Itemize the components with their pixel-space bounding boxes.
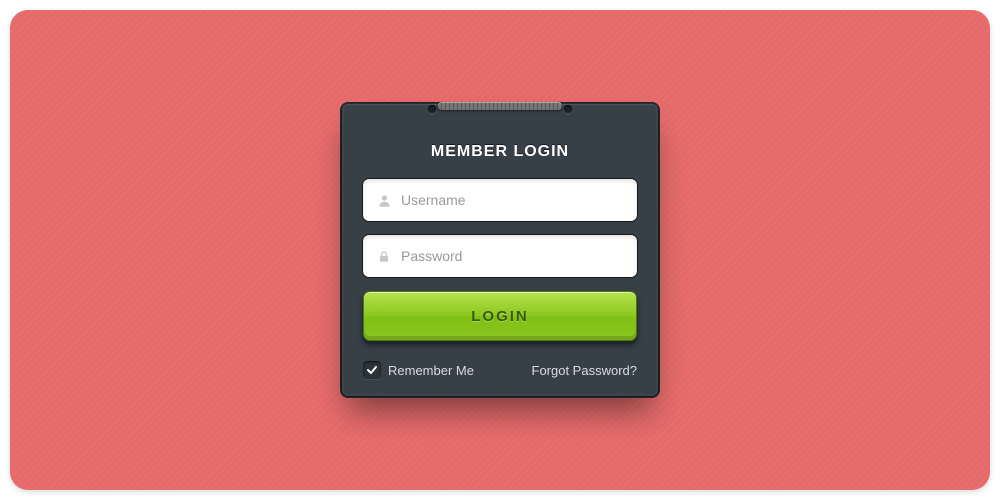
lock-icon — [373, 249, 395, 264]
username-input[interactable] — [395, 192, 627, 208]
panel-title: MEMBER LOGIN — [363, 143, 637, 161]
spiral-binding-decoration — [430, 99, 570, 113]
login-panel: MEMBER LOGIN LOGIN — [340, 102, 660, 398]
username-field-wrapper — [363, 179, 637, 221]
background-stage: MEMBER LOGIN LOGIN — [10, 10, 990, 490]
login-button[interactable]: LOGIN — [363, 291, 637, 341]
password-field-wrapper — [363, 235, 637, 277]
user-icon — [373, 193, 395, 208]
checkbox-checked-icon — [363, 361, 381, 379]
forgot-password-link[interactable]: Forgot Password? — [532, 363, 638, 378]
password-input[interactable] — [395, 248, 627, 264]
remember-me-label: Remember Me — [388, 363, 474, 378]
remember-me-toggle[interactable]: Remember Me — [363, 361, 474, 379]
panel-footer: Remember Me Forgot Password? — [363, 361, 637, 379]
